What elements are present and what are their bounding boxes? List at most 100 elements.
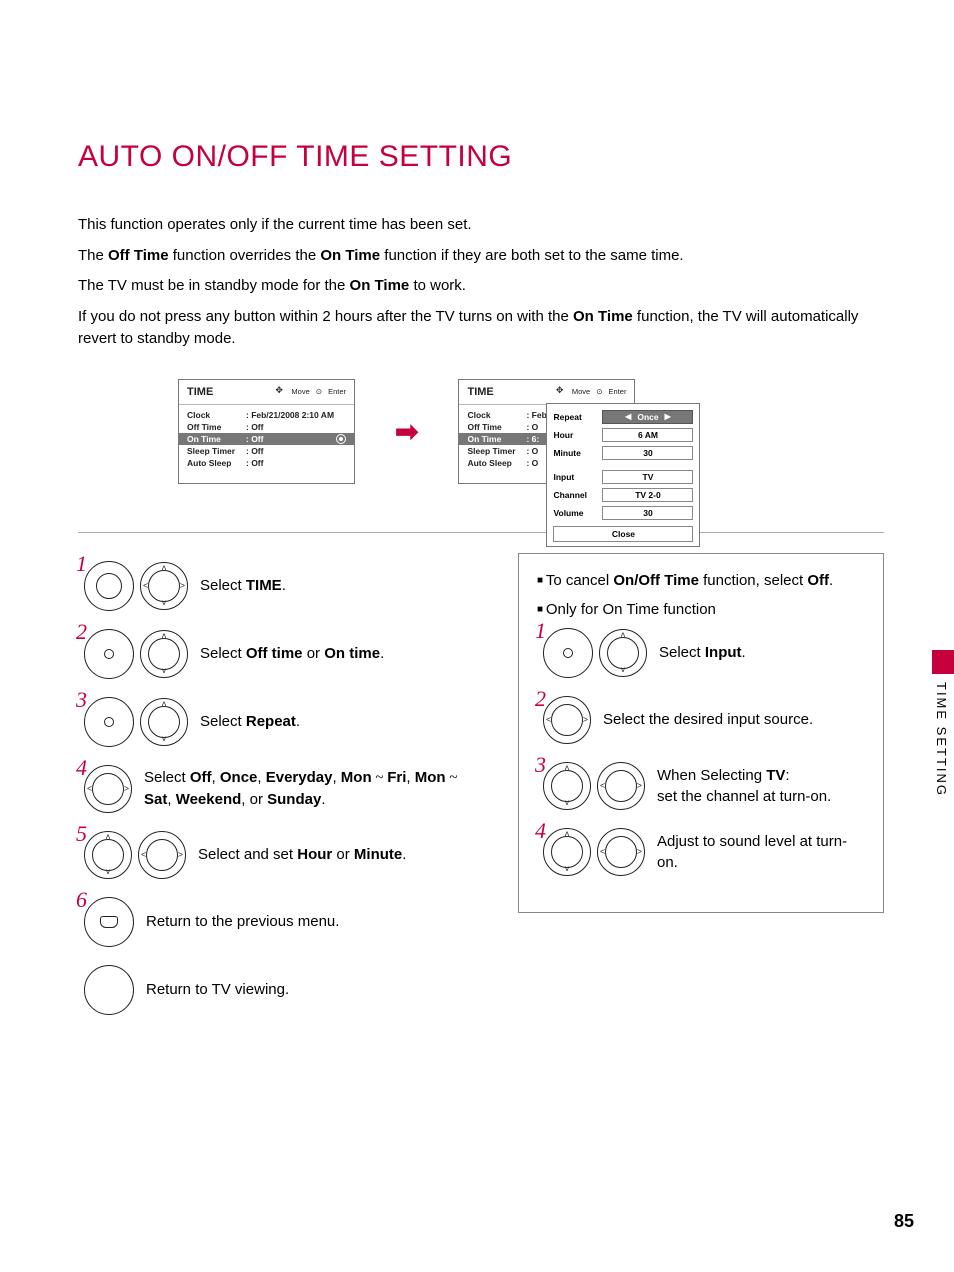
t: ~ bbox=[372, 770, 388, 786]
popup-volume-value: 30 bbox=[602, 506, 693, 520]
t: Repeat bbox=[246, 713, 296, 730]
t: , or bbox=[241, 791, 267, 808]
popup-volume-label: Volume bbox=[553, 508, 598, 518]
t: Select bbox=[200, 577, 246, 594]
rstep-2: 2 ˂˃ Select the desired input source. bbox=[537, 696, 865, 744]
t-offtime: Off Time bbox=[108, 247, 169, 264]
step-number: 3 bbox=[535, 752, 546, 778]
t: , bbox=[212, 769, 220, 786]
ontime-popup: Repeat◀Once▶ Hour6 AM Minute30 InputTV C… bbox=[546, 403, 700, 547]
rstep-3: 3 ˄˅ ˂˃ When Selecting TV:set the channe… bbox=[537, 762, 865, 810]
osd-sleeptimer-value: : Off bbox=[246, 446, 263, 456]
step-number: 3 bbox=[76, 687, 87, 713]
step-number: 1 bbox=[76, 551, 87, 577]
step-6: 6 Return to the previous menu. bbox=[78, 897, 488, 947]
osd-offtime-value: : Off bbox=[246, 422, 263, 432]
osd-title: TIME bbox=[187, 386, 213, 398]
ok-button-icon bbox=[84, 561, 134, 611]
rstep-4: 4 ˄˅ ˂˃ Adjust to sound level at turn-on… bbox=[537, 828, 865, 876]
t: Off time bbox=[246, 645, 303, 662]
t: Everyday bbox=[266, 769, 333, 786]
t: Weekend bbox=[176, 791, 242, 808]
osd-ontime-value: : Off bbox=[246, 434, 263, 444]
t: Select bbox=[200, 713, 246, 730]
osd-clock-label: Clock bbox=[187, 410, 242, 420]
menu-button-icon bbox=[84, 897, 134, 947]
t: Select bbox=[659, 644, 705, 661]
intro-l1: This function operates only if the curre… bbox=[78, 216, 472, 233]
hint-enter: Enter bbox=[328, 387, 346, 396]
hint-enter: Enter bbox=[609, 387, 627, 396]
dpad-leftright-icon: ˂˃ bbox=[597, 828, 645, 876]
t: On/Off Time bbox=[613, 572, 699, 589]
side-tab-label: TIME SETTING bbox=[932, 682, 949, 797]
t-ontime: On Time bbox=[573, 308, 633, 325]
dpad-updown-icon: ˄˅ bbox=[543, 828, 591, 876]
dpad-updown-icon: ˄˅ bbox=[84, 831, 132, 879]
t: TV bbox=[766, 767, 785, 784]
t: : bbox=[785, 767, 789, 784]
osd-autosleep-value: : Off bbox=[246, 458, 263, 468]
t: The bbox=[78, 247, 108, 264]
step-number: 4 bbox=[76, 755, 87, 781]
t: to work. bbox=[409, 277, 466, 294]
note-onlyontime: Only for On Time function bbox=[537, 599, 865, 620]
step-4: 4 ˂˃ Select Off, Once, Everyday, Mon ~ F… bbox=[78, 765, 488, 813]
t: . bbox=[282, 577, 286, 594]
t: or bbox=[303, 645, 325, 662]
osd-sleeptimer-value: : O bbox=[526, 446, 538, 456]
t: When Selecting bbox=[657, 767, 766, 784]
notes-box: To cancel On/Off Time function, select O… bbox=[518, 553, 884, 913]
move-icon bbox=[276, 387, 285, 396]
t: Off bbox=[190, 769, 212, 786]
t: Hour bbox=[297, 846, 332, 863]
step-number: 2 bbox=[535, 686, 546, 712]
t: set the channel at turn-on. bbox=[657, 788, 831, 805]
enter-button-icon bbox=[543, 628, 593, 678]
step-number: 5 bbox=[76, 821, 87, 847]
divider bbox=[78, 532, 884, 533]
popup-repeat-value: ◀Once▶ bbox=[602, 410, 693, 424]
steps-left: 1 ˄˅˂˃ Select TIME. 2 ˄˅ Select Off time… bbox=[78, 553, 488, 1033]
t: . bbox=[321, 791, 325, 808]
t: Once bbox=[220, 769, 258, 786]
hint-move: Move bbox=[572, 387, 590, 396]
t: TIME bbox=[246, 577, 282, 594]
t: Minute bbox=[354, 846, 402, 863]
t: , bbox=[332, 769, 340, 786]
osd-title: TIME bbox=[467, 386, 493, 398]
t-ontime: On Time bbox=[320, 247, 380, 264]
osd-autosleep-label: Auto Sleep bbox=[187, 458, 242, 468]
page-title: AUTO ON/OFF TIME SETTING bbox=[78, 140, 884, 174]
t: Only for On Time function bbox=[546, 601, 716, 618]
step-5: 5 ˄˅ ˂˃ Select and set Hour or Minute. bbox=[78, 831, 488, 879]
step-return: Return to TV viewing. bbox=[78, 965, 488, 1015]
t: function, select bbox=[699, 572, 807, 589]
step-1: 1 ˄˅˂˃ Select TIME. bbox=[78, 561, 488, 611]
intro-text: This function operates only if the curre… bbox=[78, 214, 884, 351]
t: . bbox=[829, 572, 833, 589]
note-cancel: To cancel On/Off Time function, select O… bbox=[537, 570, 865, 591]
t: Input bbox=[705, 644, 742, 661]
t: To cancel bbox=[546, 572, 614, 589]
t: , bbox=[257, 769, 265, 786]
osd-clock-label: Clock bbox=[467, 410, 522, 420]
osd-row: TIME Move ⊙ Enter Clock: Feb/21/2008 2:1… bbox=[78, 379, 884, 484]
t: or bbox=[332, 846, 354, 863]
t: Mon bbox=[415, 769, 446, 786]
osd-sleeptimer-label: Sleep Timer bbox=[187, 446, 242, 456]
dpad-updown-icon: ˄˅ bbox=[140, 630, 188, 678]
enter-dot-icon: ⊙ bbox=[316, 387, 322, 396]
dpad-leftright-icon: ˂˃ bbox=[138, 831, 186, 879]
t: Mon bbox=[341, 769, 372, 786]
popup-repeat-label: Repeat bbox=[553, 412, 598, 422]
hint-move: Move bbox=[291, 387, 309, 396]
step-number: 6 bbox=[76, 887, 87, 913]
popup-close: Close bbox=[553, 526, 693, 542]
osd-ontime-label: On Time bbox=[467, 434, 522, 444]
t: Return to TV viewing. bbox=[146, 979, 289, 1000]
t: , bbox=[167, 791, 175, 808]
dpad-updown-icon: ˄˅ bbox=[599, 629, 647, 677]
side-tab-marker bbox=[932, 650, 954, 674]
dpad-leftright-icon: ˂˃ bbox=[84, 765, 132, 813]
